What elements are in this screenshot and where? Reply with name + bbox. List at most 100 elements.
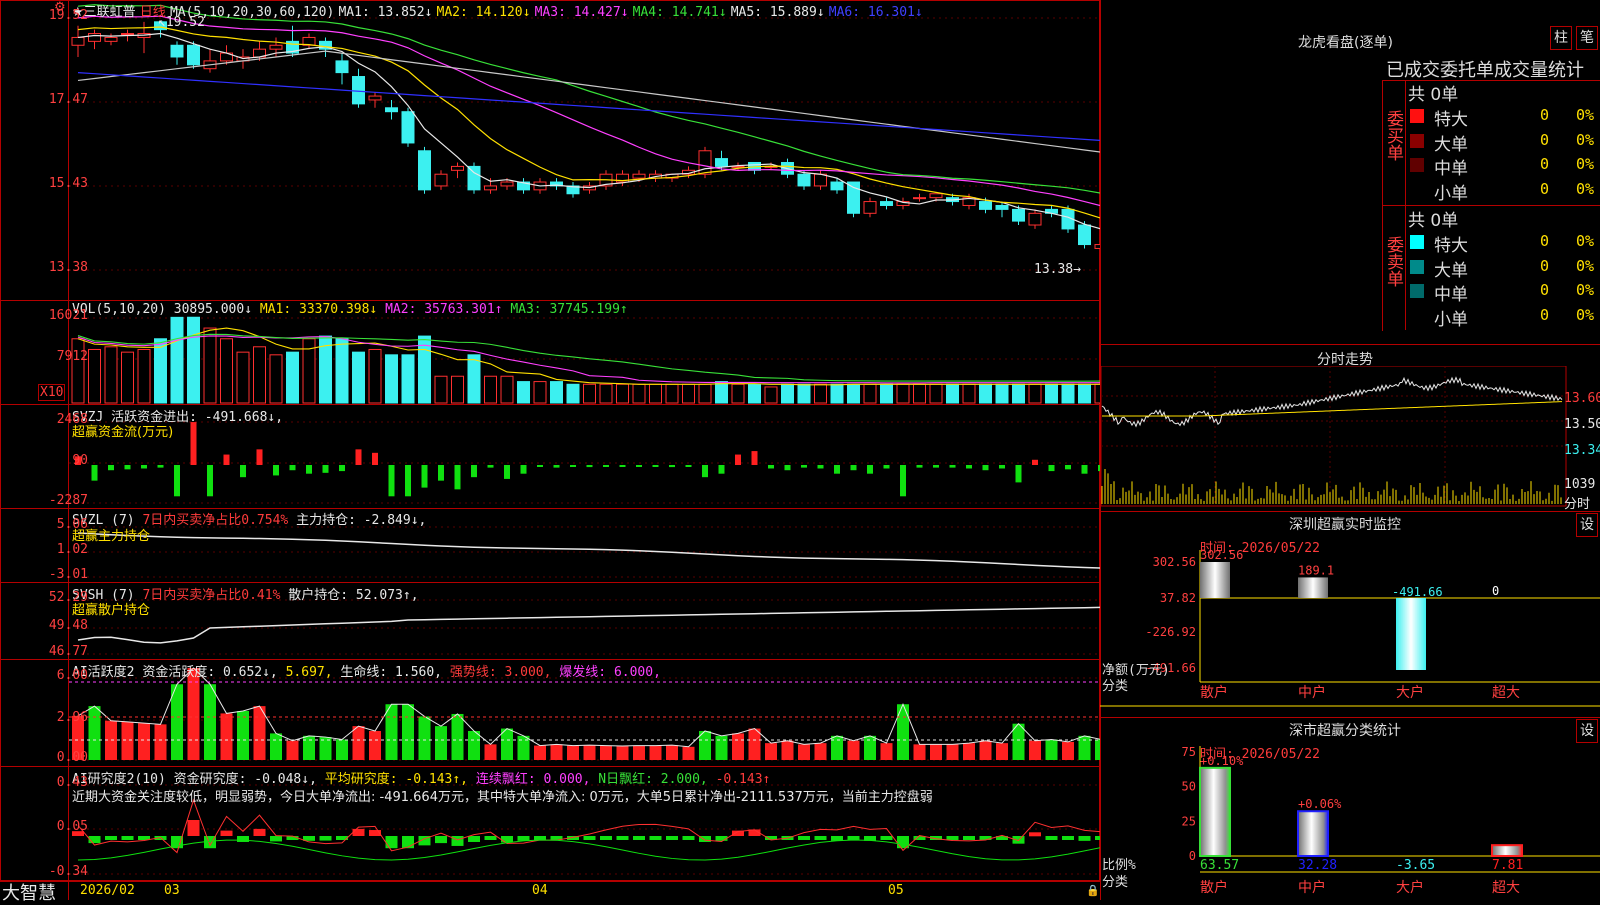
activity-bar [600, 745, 612, 760]
fund-flow-bar [273, 465, 279, 476]
svzl-pct: 7日内买卖净占比0.754% [142, 513, 289, 528]
svzj-ytick: 2468 [56, 412, 88, 427]
volume-bar [401, 354, 415, 404]
activity-bar [402, 704, 414, 760]
candle-body [368, 95, 382, 101]
classify-change-label: +0.06% [1298, 797, 1342, 811]
research-bar [1078, 836, 1091, 841]
classify-category-label: 散户 [1200, 879, 1228, 896]
monitor-ytick: 37.82 [1160, 591, 1196, 605]
research-bar [1029, 832, 1041, 837]
svsh-ytick: 49.48 [48, 618, 88, 633]
volume-bar [847, 383, 860, 404]
classify-value-label: 63.57 [1200, 858, 1239, 873]
classify-category-label: 大户 [1396, 879, 1424, 896]
fund-flow-bar [1015, 465, 1022, 483]
research-bar [501, 836, 513, 843]
activity-bar [963, 743, 975, 760]
research-bar [468, 836, 480, 842]
air-t5: -0.143↑ [715, 772, 771, 787]
activity-bar [435, 726, 447, 760]
fund-flow-bar [718, 465, 725, 474]
monitor-value-label: -491.66 [1392, 585, 1443, 599]
order-pct: 0% [1576, 179, 1595, 198]
ai-research-header: AI研究度2(10) 资金研究度: -0.048↓, 平均研究度: -0.143… [72, 768, 770, 787]
tab-tick-view[interactable]: 笔 [1576, 26, 1598, 50]
volume-bar [880, 383, 893, 404]
activity-bar [666, 745, 678, 760]
order-count: 0 [1540, 130, 1550, 149]
svsh-ytick: 46.77 [48, 644, 88, 659]
fund-flow-bar [916, 465, 923, 468]
volume-bar [220, 338, 233, 404]
size-label: 大单 [1434, 260, 1468, 281]
activity-bar [468, 730, 480, 760]
candle-body [1028, 212, 1042, 226]
air-ytick: 0.05 [56, 819, 88, 834]
main-chart-svg [69, 4, 1100, 875]
classify-bar [1199, 766, 1231, 857]
classify-bar [1297, 810, 1329, 858]
ma2-value: MA2: 14.120↓ [436, 5, 531, 20]
activity-bar [319, 737, 332, 760]
candle-body [929, 193, 943, 199]
fund-flow-bar [735, 454, 741, 465]
candle-body [715, 158, 728, 167]
legend-swatch [1410, 133, 1424, 148]
tab-bar-view[interactable]: 柱 [1550, 26, 1572, 50]
dragon-subtitle: 已成交委托单成交量统计 [1386, 60, 1584, 81]
candle-body [863, 201, 877, 214]
research-bar [1045, 836, 1058, 840]
volume-bar [715, 381, 728, 404]
volume-bar [682, 383, 695, 404]
fund-flow-bar [1065, 465, 1071, 470]
research-line-red [77, 798, 1100, 854]
fund-flow-bar [751, 451, 758, 465]
classify-ytick: 50 [1182, 780, 1196, 794]
volume-bar [1012, 383, 1025, 404]
classify-category-label: 超大 [1492, 880, 1520, 896]
monitor-bar [1298, 577, 1328, 598]
intraday-chart [1100, 366, 1567, 507]
candle-body [500, 181, 514, 187]
candle-body [385, 107, 398, 113]
lock-icon[interactable]: 🔒 [1086, 884, 1100, 897]
activity-bar [418, 716, 431, 760]
svzj-ytick: 90 [72, 453, 88, 468]
candle-body [335, 60, 349, 74]
activity-bar [798, 744, 810, 760]
sell-side-label: 委卖单 [1383, 236, 1403, 287]
research-bar [385, 836, 398, 849]
air-t3: 连续飘红: 0.000, [475, 772, 591, 787]
research-bar [814, 836, 827, 840]
candle-body [401, 111, 415, 144]
classify-chart: 75 50 25 0 比例% 分类 +0.10% 63.57 散户 +0.06% 32.28 中户 -3… [1102, 745, 1600, 896]
fund-flow-bar [141, 465, 147, 469]
activity-bar [979, 740, 992, 760]
volume-bar [253, 346, 266, 404]
activity-bar [220, 713, 233, 760]
fund-flow-bar [190, 422, 197, 465]
activity-bar [517, 735, 530, 760]
fund-flow-bar [372, 452, 378, 465]
volume-bar [1061, 383, 1075, 404]
candle-body [170, 44, 184, 58]
fund-flow-bar [438, 465, 444, 481]
classify-ytick: 25 [1182, 814, 1196, 828]
volume-bar [434, 375, 448, 404]
classify-ylabel: 分类 [1102, 875, 1128, 890]
candle-body [830, 181, 844, 191]
order-pct: 0% [1576, 232, 1595, 250]
activity-bar [567, 745, 579, 760]
ai2-t3: 生命线: 1.560, [340, 665, 443, 680]
research-bar [979, 836, 992, 840]
dragon-inner-divider [1405, 80, 1406, 330]
monitor-chart: 302.56 37.82 -226.92 -491.66 净额(万元)分类 302.56 散… [1100, 548, 1600, 707]
sell-total: 共 0单 [1408, 211, 1459, 231]
volume-bar [814, 383, 827, 404]
ai2-t5: 爆发线: 6.000, [559, 665, 661, 680]
fund-flow-bar [487, 465, 494, 468]
vol-ma1: MA1: 33370.398↓ [259, 302, 378, 317]
activity-bar [633, 745, 645, 760]
svsh-text: 散户持仓: 52.073↑, [288, 588, 419, 603]
